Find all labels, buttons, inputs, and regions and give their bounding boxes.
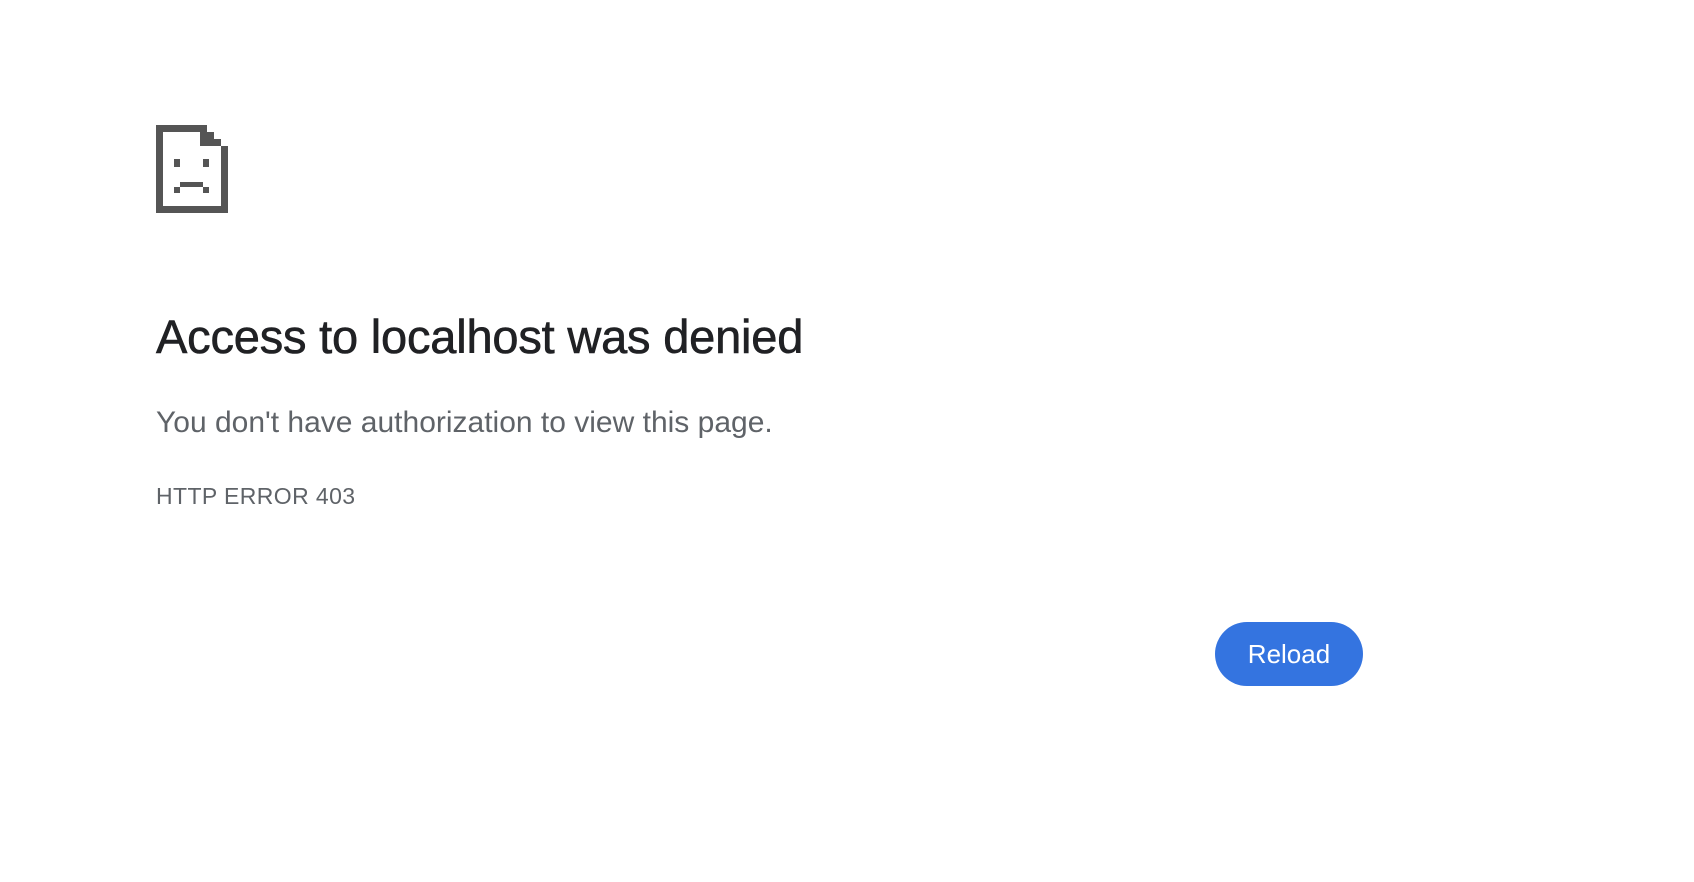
error-code: HTTP ERROR 403 bbox=[156, 483, 356, 509]
page-title: Access to localhost was denied bbox=[156, 310, 804, 364]
reload-button[interactable]: Reload bbox=[1215, 622, 1363, 686]
sad-document-icon bbox=[156, 125, 228, 213]
error-description: You don't have authorization to view thi… bbox=[156, 406, 773, 439]
error-page: Access to localhost was denied You don't… bbox=[0, 0, 1694, 882]
